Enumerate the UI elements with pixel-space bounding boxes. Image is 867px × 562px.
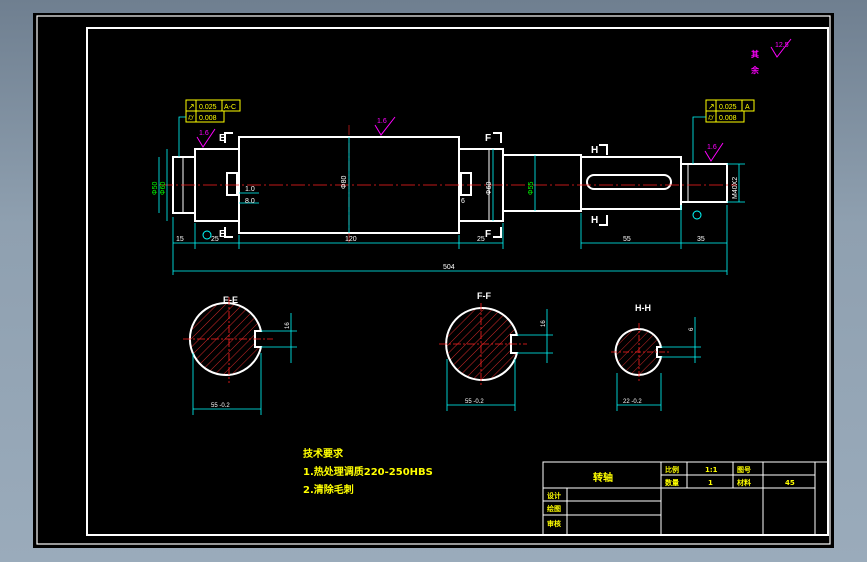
cut-letter: F bbox=[485, 133, 491, 144]
roughness-middle: 1.6 bbox=[377, 118, 387, 125]
datum-markers bbox=[202, 210, 702, 240]
cut-mark bbox=[493, 227, 502, 238]
keyway-mid bbox=[460, 172, 472, 196]
roughness-values: 1.6 1.6 1.6 12.5 其 余 bbox=[199, 42, 789, 151]
keyway-right bbox=[586, 174, 672, 190]
dim-d-right-step: Φ55 bbox=[528, 182, 535, 195]
section-title: F-F bbox=[477, 291, 491, 301]
drawing-no-label: 图号 bbox=[737, 465, 751, 474]
scale-label: 比例 bbox=[665, 465, 679, 474]
material-label: 材料 bbox=[736, 478, 751, 487]
dim-d-right-end: M40X2 bbox=[732, 177, 739, 199]
quantity-label: 数量 bbox=[665, 478, 679, 487]
dim-d-right-journal: Φ60 bbox=[486, 182, 493, 195]
cut-letter: E bbox=[219, 133, 226, 144]
dim-len-end: 35 bbox=[697, 236, 705, 243]
runout-value: 0.025 bbox=[199, 104, 217, 111]
notes-line-2: 2.清除毛刺 bbox=[303, 483, 354, 496]
section-dim-text: 55 -0.2 bbox=[211, 403, 230, 409]
roughness-top-right: 12.5 bbox=[775, 42, 789, 49]
part-name: 转轴 bbox=[593, 471, 613, 484]
dim-len-right-journal: 25 bbox=[477, 236, 485, 243]
dim-small-3: 6 bbox=[461, 198, 465, 205]
section-key-text: 16 bbox=[285, 322, 291, 329]
title-block-text: 转轴 比例 1:1 图号 数量 1 材料 45 设计 绘图 审核 bbox=[547, 465, 795, 528]
section-dim-text: 22 -0.2 bbox=[623, 399, 642, 405]
shaft-key-section bbox=[580, 156, 682, 210]
cut-letter: F bbox=[485, 229, 491, 240]
technical-notes: 技术要求 1.热处理调质220-250HBS 2.清除毛刺 bbox=[303, 447, 433, 496]
cylindricity-icon: ⌭ bbox=[188, 113, 194, 122]
dimension-text: 504 120 15 25 25 55 35 1.0 8.0 6 bbox=[176, 186, 705, 271]
cad-viewport[interactable]: E E F F H H 504 120 15 25 25 55 35 1.0 8… bbox=[33, 13, 834, 548]
cut-mark bbox=[493, 132, 502, 143]
runout-icon: ↗ bbox=[188, 102, 195, 111]
outer-frame bbox=[36, 15, 831, 545]
roughness-note-1: 其 bbox=[751, 49, 759, 59]
roughness-left: 1.6 bbox=[199, 130, 209, 137]
section-letters: E E F F H H bbox=[219, 133, 598, 240]
dim-len-key: 55 bbox=[623, 236, 631, 243]
checker-label: 审核 bbox=[547, 519, 561, 528]
dim-len-left-journal: 25 bbox=[211, 236, 219, 243]
dim-len-left-end: 15 bbox=[176, 236, 184, 243]
cut-letter: H bbox=[591, 215, 598, 226]
dimension-text-vertical: Φ80 Φ50 Φ60 Φ60 Φ55 M40X2 bbox=[152, 176, 739, 199]
shaft-right-step bbox=[502, 154, 582, 212]
cylindricity-value: 0.008 bbox=[199, 115, 217, 122]
runout-datum: A-C bbox=[224, 104, 236, 111]
designer-label: 设计 bbox=[547, 491, 561, 500]
dim-d-left-journal: Φ60 bbox=[160, 182, 167, 195]
title-block bbox=[542, 461, 829, 536]
cylindricity-icon: ⌭ bbox=[708, 113, 714, 122]
runout-datum: A bbox=[745, 104, 750, 111]
section-dim-text: 55 -0.2 bbox=[465, 399, 484, 405]
dim-d-main: Φ80 bbox=[341, 176, 348, 189]
section-title: H-H bbox=[635, 303, 651, 313]
dim-small-2: 8.0 bbox=[245, 198, 255, 205]
dim-small-1: 1.0 bbox=[245, 186, 255, 193]
datum-circle bbox=[692, 210, 702, 220]
datum-circle bbox=[202, 230, 212, 240]
drafter-label: 绘图 bbox=[547, 504, 561, 513]
shaft-drawing: E E F F H H 504 120 15 25 25 55 35 1.0 8… bbox=[36, 15, 831, 545]
section-h: H-H 22 -0.2 6 bbox=[611, 303, 701, 411]
material-value: 45 bbox=[785, 479, 795, 487]
cut-mark bbox=[224, 227, 233, 238]
tolerance-frame-right: ↗ ⌭ 0.025 A 0.008 bbox=[692, 99, 755, 164]
quantity-value: 1 bbox=[708, 479, 713, 487]
runout-icon: ↗ bbox=[708, 102, 715, 111]
cut-letter: H bbox=[591, 145, 598, 156]
cut-mark bbox=[599, 215, 608, 226]
runout-value: 0.025 bbox=[719, 104, 737, 111]
cylindricity-value: 0.008 bbox=[719, 115, 737, 122]
section-f: F-F 55 -0.2 16 bbox=[439, 291, 553, 411]
section-key-text: 16 bbox=[541, 320, 547, 327]
section-key-text: 6 bbox=[689, 327, 695, 331]
frame-leader bbox=[692, 116, 706, 164]
roughness-note-2: 余 bbox=[750, 65, 760, 75]
cut-letter: E bbox=[219, 229, 226, 240]
dim-len-main: 120 bbox=[345, 236, 357, 243]
roughness-right: 1.6 bbox=[707, 144, 717, 151]
frame-leader bbox=[178, 116, 186, 157]
dim-overall: 504 bbox=[443, 264, 455, 271]
roughness-symbols bbox=[196, 38, 792, 162]
scale-value: 1:1 bbox=[705, 466, 718, 474]
dim-d-left-end: Φ50 bbox=[152, 182, 159, 195]
notes-heading: 技术要求 bbox=[303, 447, 344, 460]
title-block-frame bbox=[542, 461, 829, 536]
cut-mark bbox=[224, 132, 233, 143]
section-e: E-E 55 -0.2 16 bbox=[183, 295, 297, 415]
keyway-left bbox=[226, 172, 238, 196]
notes-line-1: 1.热处理调质220-250HBS bbox=[303, 465, 433, 478]
cut-mark bbox=[599, 144, 608, 155]
